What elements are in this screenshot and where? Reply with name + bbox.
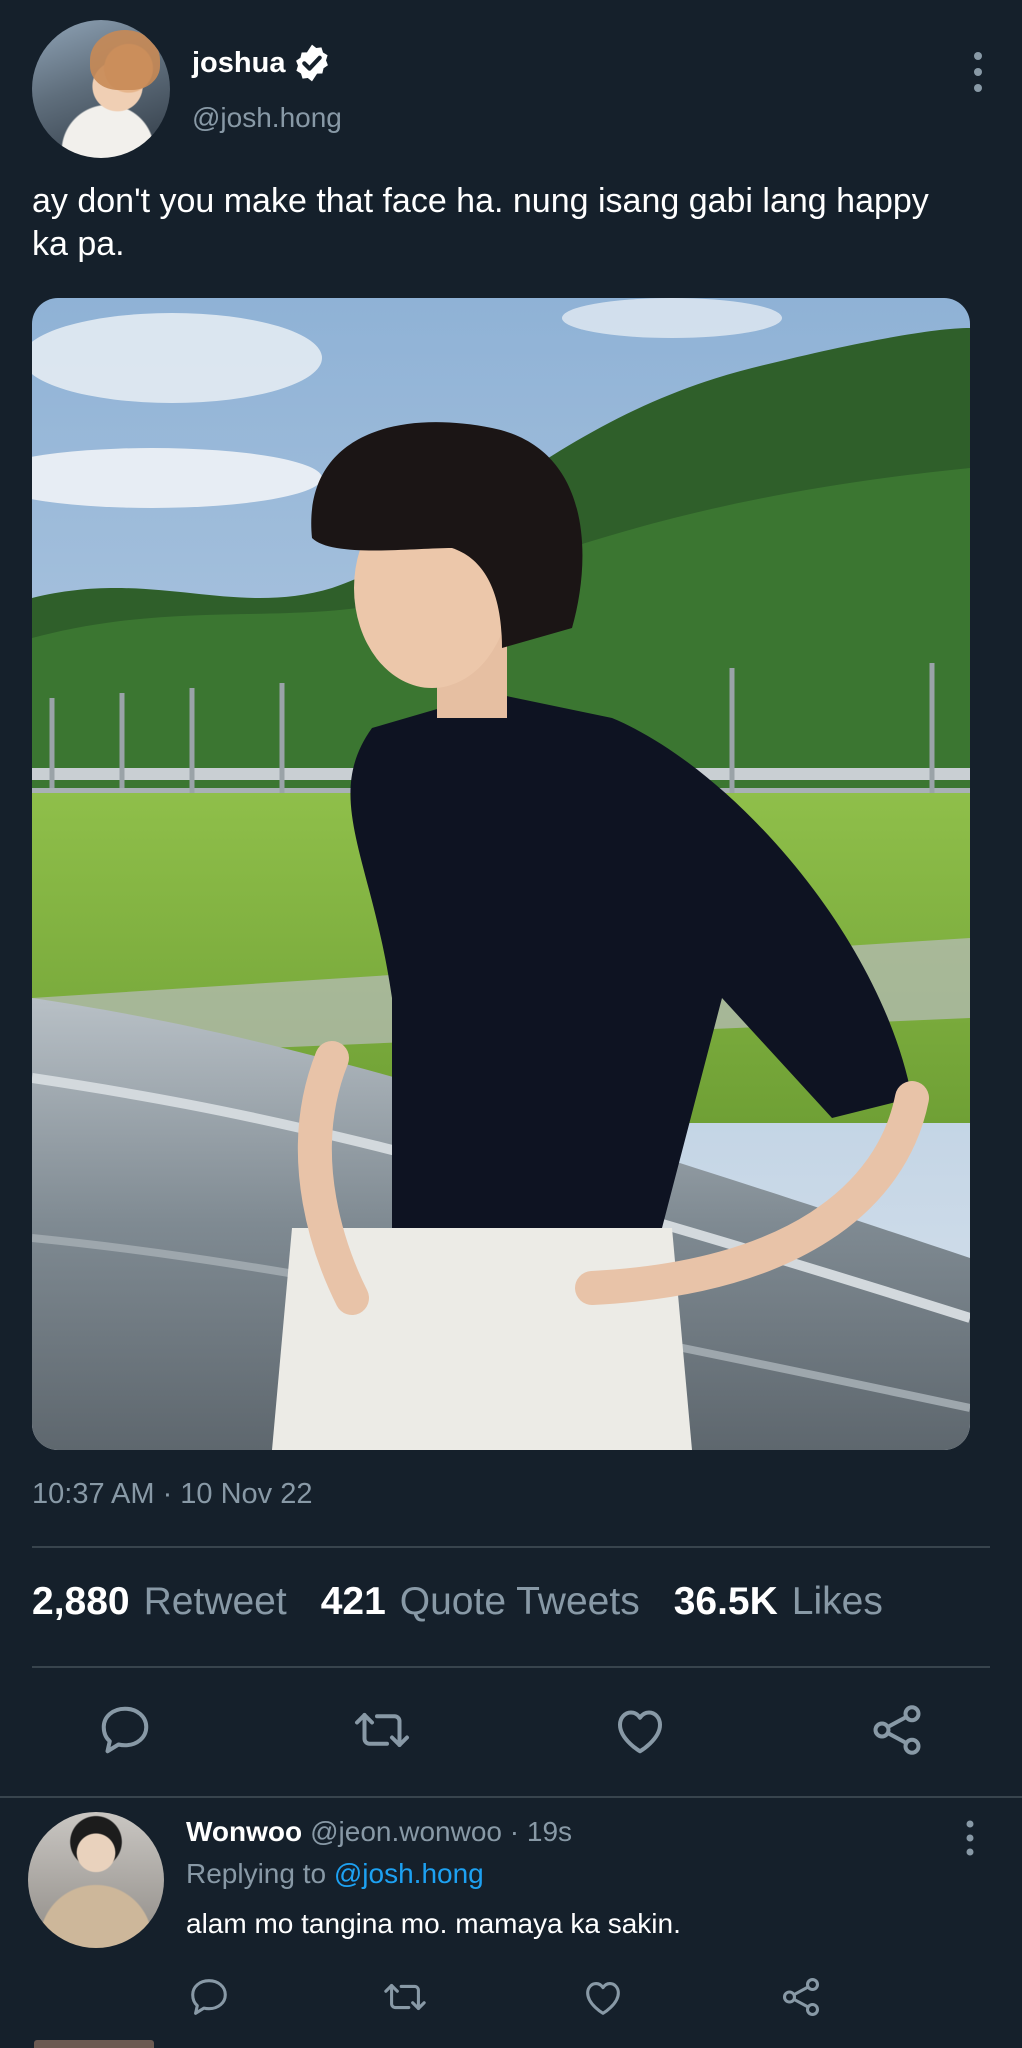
reply-icon[interactable] bbox=[95, 1700, 155, 1760]
reply-header: Wonwoo @jeon.wonwoo · 19s bbox=[186, 1816, 572, 1848]
reply-author-avatar[interactable] bbox=[28, 1812, 164, 1948]
reply-display-name[interactable]: Wonwoo bbox=[186, 1816, 302, 1848]
verified-badge-icon bbox=[296, 44, 329, 82]
author-display-name[interactable]: joshua bbox=[192, 47, 285, 80]
like-icon[interactable] bbox=[610, 1700, 670, 1760]
tweet-header: joshua @josh.hong bbox=[32, 20, 990, 160]
divider bbox=[0, 1796, 1022, 1798]
quotes-label[interactable]: Quote Tweets bbox=[400, 1580, 640, 1624]
more-options-icon[interactable] bbox=[966, 48, 990, 98]
author-name-row: joshua bbox=[192, 42, 333, 84]
retweets-label[interactable]: Retweet bbox=[144, 1580, 287, 1624]
reply-action-bar bbox=[0, 1974, 1022, 2030]
like-icon[interactable] bbox=[580, 1974, 626, 2020]
likes-count[interactable]: 36.5K bbox=[674, 1580, 778, 1624]
quotes-count[interactable]: 421 bbox=[321, 1580, 386, 1624]
reply-icon[interactable] bbox=[186, 1974, 232, 2020]
next-reply-avatar bbox=[34, 2040, 154, 2048]
replying-to-prefix: Replying to bbox=[186, 1858, 327, 1889]
likes-label[interactable]: Likes bbox=[792, 1580, 883, 1624]
tweet-text: ay don't you make that face ha. nung isa… bbox=[32, 182, 929, 263]
divider bbox=[32, 1546, 990, 1548]
retweets-count[interactable]: 2,880 bbox=[32, 1580, 130, 1624]
tweet-timestamp: 10:37 AM · 10 Nov 22 bbox=[32, 1478, 313, 1510]
retweet-icon[interactable] bbox=[352, 1700, 412, 1760]
reply-text: alam mo tangina mo. mamaya ka sakin. bbox=[186, 1908, 681, 1939]
tweet-stats: 2,880 Retweet 421 Quote Tweets 36.5K Lik… bbox=[32, 1580, 917, 1624]
retweet-icon[interactable] bbox=[382, 1974, 428, 2020]
tweet-action-bar bbox=[0, 1700, 1022, 1768]
tweet-detail-screen: joshua @josh.hong ay don't you make that… bbox=[0, 0, 1022, 2048]
reply-meta: @jeon.wonwoo · 19s bbox=[310, 1816, 573, 1847]
reply-more-options-icon[interactable] bbox=[958, 1818, 982, 1858]
share-icon[interactable] bbox=[778, 1974, 824, 2020]
author-handle[interactable]: @josh.hong bbox=[192, 102, 342, 134]
divider bbox=[32, 1666, 990, 1668]
author-avatar[interactable] bbox=[32, 20, 170, 158]
replying-to: Replying to @josh.hong bbox=[186, 1858, 484, 1890]
share-icon[interactable] bbox=[867, 1700, 927, 1760]
replying-to-mention[interactable]: @josh.hong bbox=[334, 1858, 484, 1889]
tweet-photo[interactable] bbox=[32, 298, 970, 1450]
